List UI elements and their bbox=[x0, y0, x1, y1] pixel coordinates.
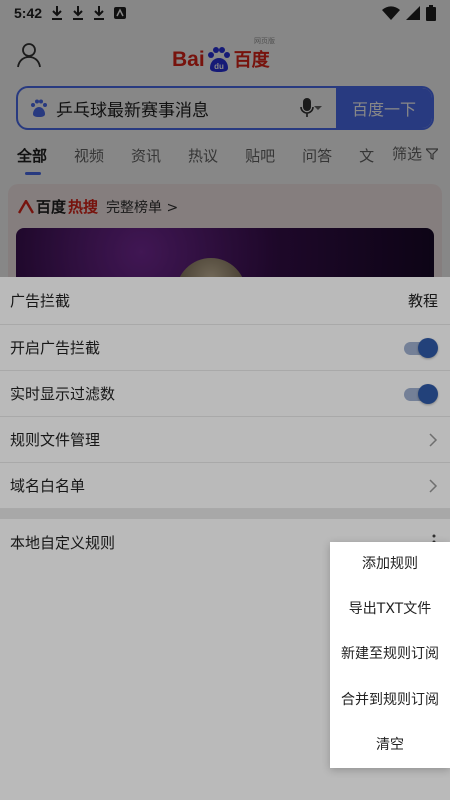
sheet-header: 广告拦截 教程 bbox=[0, 277, 450, 325]
menu-item-merge-subscription[interactable]: 合并到规则订阅 bbox=[330, 678, 450, 723]
show-filter-count-row[interactable]: 实时显示过滤数 bbox=[0, 371, 450, 417]
show-filter-count-label: 实时显示过滤数 bbox=[10, 385, 116, 403]
enable-adblock-label: 开启广告拦截 bbox=[10, 339, 101, 357]
enable-adblock-toggle[interactable] bbox=[402, 337, 438, 358]
tutorial-link[interactable]: 教程 bbox=[408, 290, 438, 311]
enable-adblock-row[interactable]: 开启广告拦截 bbox=[0, 325, 450, 371]
show-filter-count-toggle[interactable] bbox=[402, 383, 438, 404]
menu-item-clear[interactable]: 清空 bbox=[330, 723, 450, 768]
chevron-right-icon bbox=[429, 432, 438, 447]
local-rules-label: 本地自定义规则 bbox=[10, 533, 116, 552]
menu-item-export-txt[interactable]: 导出TXT文件 bbox=[330, 587, 450, 632]
rule-files-row[interactable]: 规则文件管理 bbox=[0, 417, 450, 463]
sheet-title: 广告拦截 bbox=[10, 292, 71, 310]
local-rules-menu: 添加规则 导出TXT文件 新建至规则订阅 合并到规则订阅 清空 bbox=[330, 542, 450, 768]
menu-item-new-subscription[interactable]: 新建至规则订阅 bbox=[330, 632, 450, 677]
section-divider bbox=[0, 509, 450, 519]
domain-whitelist-row[interactable]: 域名白名单 bbox=[0, 463, 450, 509]
chevron-right-icon bbox=[429, 478, 438, 493]
rule-files-label: 规则文件管理 bbox=[10, 431, 101, 449]
domain-whitelist-label: 域名白名单 bbox=[10, 477, 86, 495]
menu-item-add-rule[interactable]: 添加规则 bbox=[330, 542, 450, 587]
